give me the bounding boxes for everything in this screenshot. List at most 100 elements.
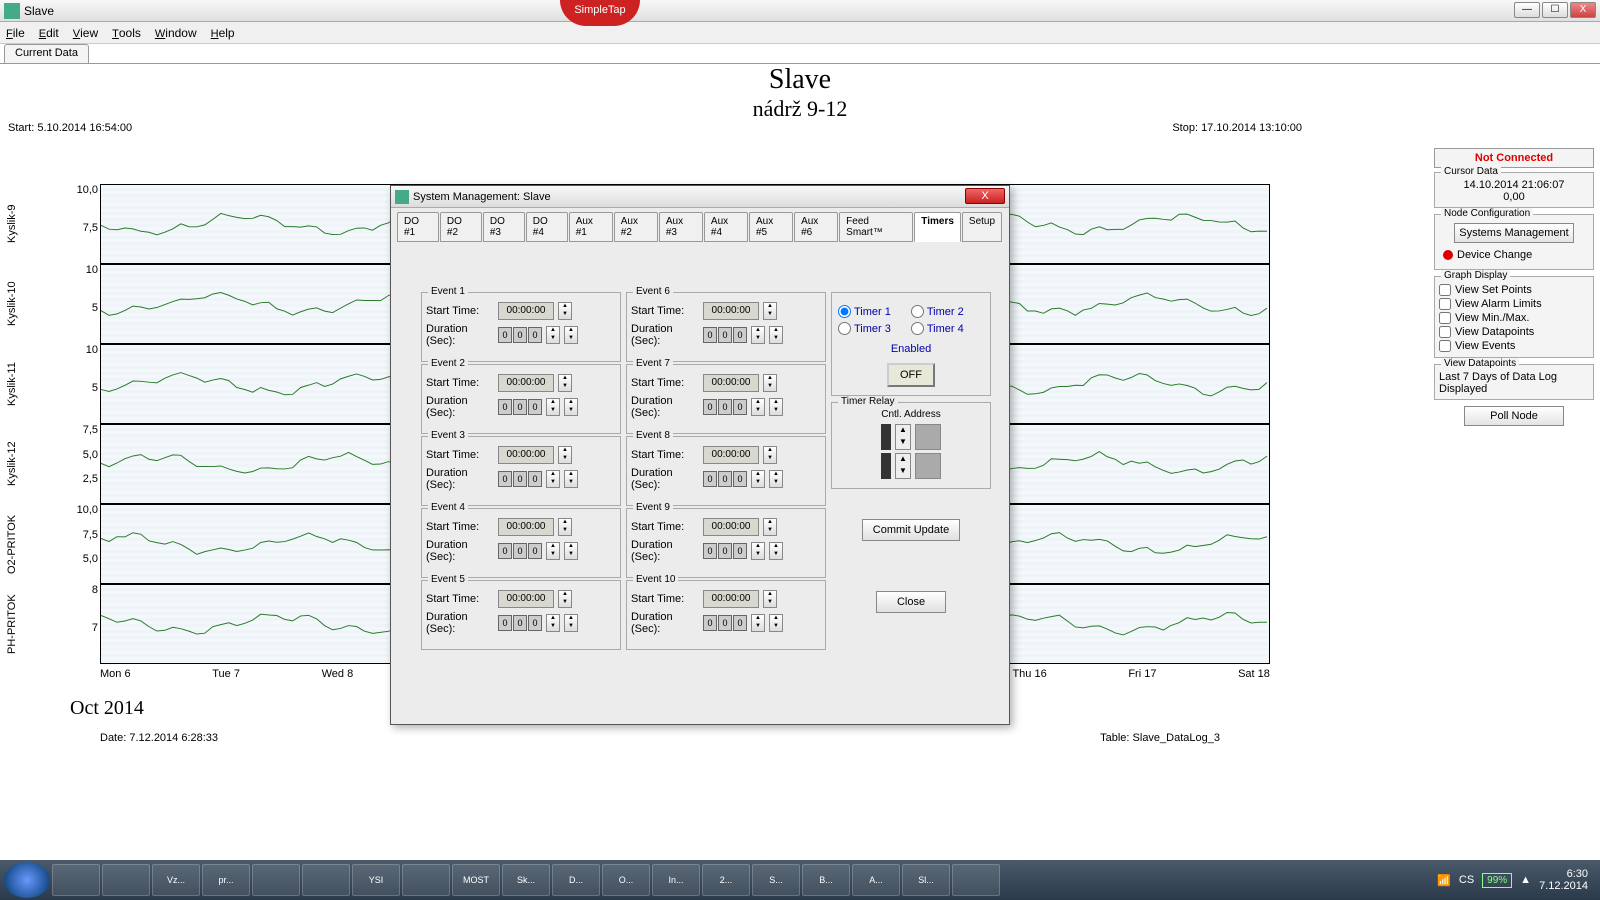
dlg-tab-aux-2[interactable]: Aux #2 — [614, 212, 658, 242]
poll-node-button[interactable]: Poll Node — [1464, 406, 1564, 426]
timer-2-radio[interactable]: Timer 2 — [911, 305, 964, 318]
duration-spinner[interactable]: ▲▼ — [751, 614, 765, 632]
tray-flag-icon[interactable]: ▲ — [1520, 874, 1531, 886]
check-view-alarm-limits[interactable]: View Alarm Limits — [1439, 297, 1589, 311]
taskbar-item-10[interactable]: D... — [552, 864, 600, 896]
dlg-tab-setup[interactable]: Setup — [962, 212, 1002, 242]
menu-edit[interactable]: Edit — [39, 26, 59, 40]
relay-spinner-1[interactable]: ▲▼ — [895, 424, 911, 450]
systems-management-button[interactable]: Systems Management — [1454, 223, 1574, 243]
duration-spinner-2[interactable]: ▲▼ — [564, 614, 578, 632]
duration-spinner[interactable]: ▲▼ — [546, 326, 560, 344]
duration-spinner[interactable]: ▲▼ — [751, 470, 765, 488]
dlg-tab-do-4[interactable]: DO #4 — [526, 212, 568, 242]
taskbar-item-17[interactable]: Sl... — [902, 864, 950, 896]
dlg-tab-aux-5[interactable]: Aux #5 — [749, 212, 793, 242]
taskbar-item-16[interactable]: A... — [852, 864, 900, 896]
start-time-spinner[interactable]: ▲▼ — [763, 302, 777, 320]
duration-spinner-2[interactable]: ▲▼ — [769, 614, 783, 632]
device-change-button[interactable]: Device Change — [1439, 245, 1589, 265]
taskbar-item-4[interactable] — [252, 864, 300, 896]
taskbar-item-1[interactable] — [102, 864, 150, 896]
timer-1-radio[interactable]: Timer 1 — [838, 305, 891, 318]
tray-wifi-icon[interactable]: 📶 — [1437, 874, 1451, 887]
taskbar-item-9[interactable]: Sk... — [502, 864, 550, 896]
taskbar-item-6[interactable]: YSI — [352, 864, 400, 896]
start-time-spinner[interactable]: ▲▼ — [558, 518, 572, 536]
dialog-close-button[interactable]: X — [965, 188, 1005, 204]
duration-spinner[interactable]: ▲▼ — [546, 398, 560, 416]
relay-spinner-2[interactable]: ▲▼ — [895, 453, 911, 479]
tray-battery[interactable]: 99% — [1482, 873, 1512, 888]
commit-update-button[interactable]: Commit Update — [862, 519, 960, 541]
start-time-field[interactable]: 00:00:00 — [703, 374, 759, 392]
taskbar-item-12[interactable]: In... — [652, 864, 700, 896]
taskbar-item-2[interactable]: Vz... — [152, 864, 200, 896]
duration-spinner[interactable]: ▲▼ — [546, 470, 560, 488]
timer-4-radio[interactable]: Timer 4 — [911, 322, 964, 335]
duration-spinner-2[interactable]: ▲▼ — [769, 326, 783, 344]
duration-spinner[interactable]: ▲▼ — [751, 326, 765, 344]
start-time-field[interactable]: 00:00:00 — [498, 590, 554, 608]
timer-3-radio[interactable]: Timer 3 — [838, 322, 891, 335]
close-button[interactable]: X — [1570, 2, 1596, 18]
duration-spinner-2[interactable]: ▲▼ — [769, 470, 783, 488]
start-button[interactable] — [4, 862, 50, 898]
duration-spinner-2[interactable]: ▲▼ — [769, 398, 783, 416]
start-time-spinner[interactable]: ▲▼ — [763, 518, 777, 536]
start-time-field[interactable]: 00:00:00 — [498, 302, 554, 320]
maximize-button[interactable]: ☐ — [1542, 2, 1568, 18]
taskbar-item-3[interactable]: pr... — [202, 864, 250, 896]
dlg-tab-aux-1[interactable]: Aux #1 — [569, 212, 613, 242]
check-view-events[interactable]: View Events — [1439, 339, 1589, 353]
duration-spinner-2[interactable]: ▲▼ — [564, 542, 578, 560]
taskbar-item-14[interactable]: S... — [752, 864, 800, 896]
tray-language[interactable]: CS — [1459, 874, 1474, 886]
menu-help[interactable]: Help — [211, 26, 235, 40]
taskbar-item-15[interactable]: B... — [802, 864, 850, 896]
duration-spinner-2[interactable]: ▲▼ — [564, 326, 578, 344]
start-time-field[interactable]: 00:00:00 — [703, 590, 759, 608]
check-view-min-max-[interactable]: View Min./Max. — [1439, 311, 1589, 325]
menu-view[interactable]: View — [73, 26, 98, 40]
taskbar-item-0[interactable] — [52, 864, 100, 896]
duration-spinner[interactable]: ▲▼ — [751, 542, 765, 560]
start-time-spinner[interactable]: ▲▼ — [558, 446, 572, 464]
taskbar-item-7[interactable] — [402, 864, 450, 896]
check-view-set-points[interactable]: View Set Points — [1439, 283, 1589, 297]
dlg-tab-do-1[interactable]: DO #1 — [397, 212, 439, 242]
start-time-spinner[interactable]: ▲▼ — [763, 590, 777, 608]
taskbar-item-11[interactable]: O... — [602, 864, 650, 896]
taskbar-item-13[interactable]: 2... — [702, 864, 750, 896]
start-time-field[interactable]: 00:00:00 — [703, 446, 759, 464]
start-time-field[interactable]: 00:00:00 — [498, 446, 554, 464]
duration-spinner[interactable]: ▲▼ — [546, 614, 560, 632]
enabled-toggle-button[interactable]: OFF — [887, 363, 935, 387]
dlg-tab-feed-smart-[interactable]: Feed Smart™ — [839, 212, 913, 242]
menu-tools[interactable]: Tools — [112, 26, 141, 40]
start-time-field[interactable]: 00:00:00 — [498, 518, 554, 536]
duration-spinner[interactable]: ▲▼ — [546, 542, 560, 560]
dialog-close-btn[interactable]: Close — [876, 591, 946, 613]
dlg-tab-aux-4[interactable]: Aux #4 — [704, 212, 748, 242]
start-time-spinner[interactable]: ▲▼ — [558, 374, 572, 392]
tab-current-data[interactable]: Current Data — [4, 44, 89, 63]
tray-date[interactable]: 7.12.2014 — [1539, 880, 1588, 892]
start-time-spinner[interactable]: ▲▼ — [558, 590, 572, 608]
duration-spinner-2[interactable]: ▲▼ — [564, 398, 578, 416]
start-time-spinner[interactable]: ▲▼ — [763, 446, 777, 464]
menu-window[interactable]: Window — [155, 26, 197, 40]
dlg-tab-aux-3[interactable]: Aux #3 — [659, 212, 703, 242]
dlg-tab-do-3[interactable]: DO #3 — [483, 212, 525, 242]
check-view-datapoints[interactable]: View Datapoints — [1439, 325, 1589, 339]
taskbar-item-5[interactable] — [302, 864, 350, 896]
tray-time[interactable]: 6:30 — [1539, 868, 1588, 880]
dlg-tab-aux-6[interactable]: Aux #6 — [794, 212, 838, 242]
start-time-field[interactable]: 00:00:00 — [498, 374, 554, 392]
dlg-tab-timers[interactable]: Timers — [914, 212, 961, 242]
duration-spinner-2[interactable]: ▲▼ — [769, 542, 783, 560]
start-time-spinner[interactable]: ▲▼ — [763, 374, 777, 392]
start-time-field[interactable]: 00:00:00 — [703, 302, 759, 320]
duration-spinner[interactable]: ▲▼ — [751, 398, 765, 416]
taskbar-item-18[interactable] — [952, 864, 1000, 896]
